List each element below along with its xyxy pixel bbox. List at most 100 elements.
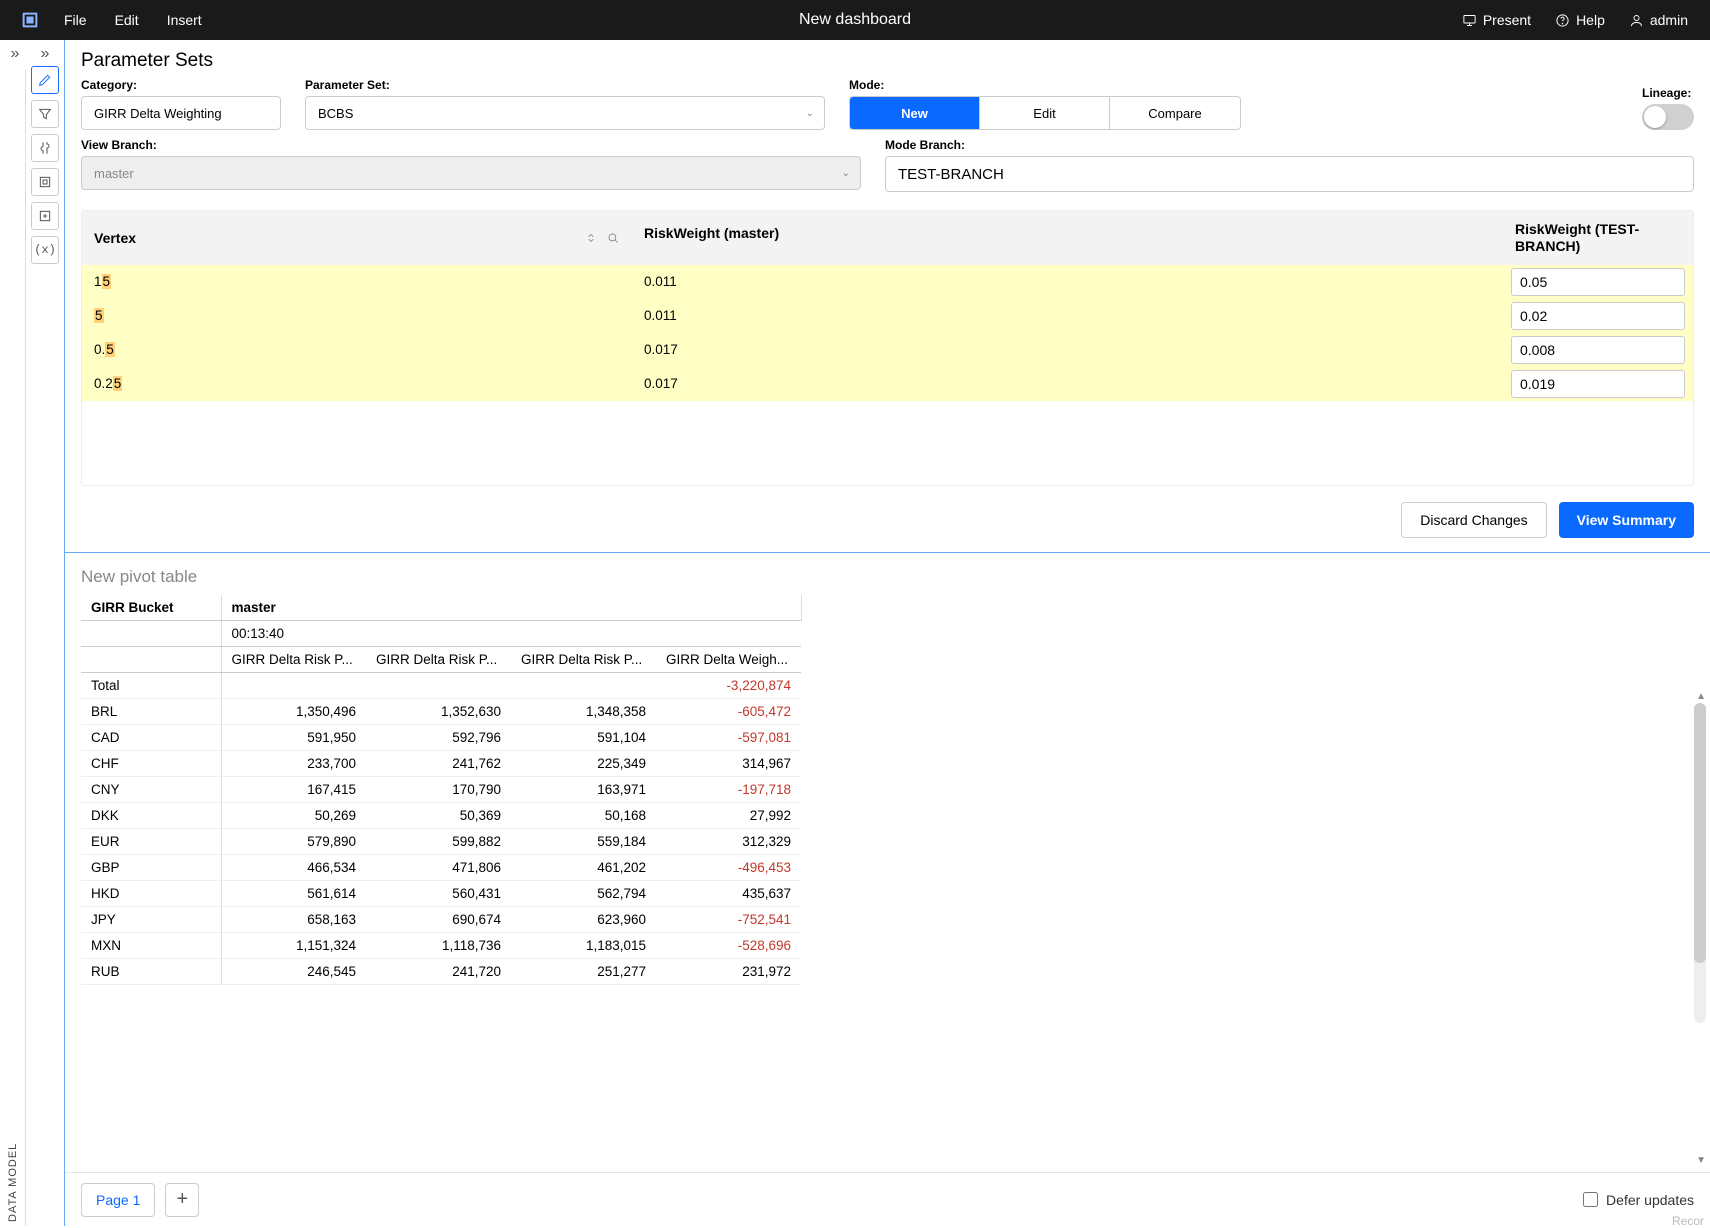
page-tab-1[interactable]: Page 1 <box>81 1183 155 1217</box>
tool-variable[interactable]: (x) <box>31 236 59 264</box>
branch-input[interactable] <box>1511 268 1685 296</box>
pivot-cell: 1,348,358 <box>511 698 656 724</box>
chevron-down-icon: ⌄ <box>842 168 850 179</box>
col-vertex: Vertex <box>94 230 136 246</box>
pivot-cell: -528,696 <box>656 932 801 958</box>
pivot-cell: 591,950 <box>221 724 366 750</box>
pivot-cell: 1,352,630 <box>366 698 511 724</box>
pivot-cell: 466,534 <box>221 854 366 880</box>
pivot-cell: -197,718 <box>656 776 801 802</box>
data-model-rail[interactable]: DATA MODEL <box>0 70 26 1226</box>
sort-icon[interactable] <box>584 231 598 245</box>
pivot-cell: 1,350,496 <box>221 698 366 724</box>
pivot-row-header: JPY <box>81 906 221 932</box>
master-cell: 0.017 <box>632 376 1503 391</box>
risk-weight-table: Vertex RiskWeight (master) RiskWeight (T… <box>81 210 1694 486</box>
dashboard-title: New dashboard <box>799 11 911 29</box>
pivot-cell: -597,081 <box>656 724 801 750</box>
user-icon <box>1629 13 1644 28</box>
pivot-branch-header: master <box>221 595 801 621</box>
pivot-row: CAD591,950592,796591,104-597,081 <box>81 724 801 750</box>
pivot-title: New pivot table <box>81 567 1694 587</box>
pivot-cell: 1,183,015 <box>511 932 656 958</box>
menu-file[interactable]: File <box>50 12 101 28</box>
mode-branch-input[interactable] <box>885 156 1694 192</box>
scroll-down-icon[interactable]: ▼ <box>1696 1155 1706 1166</box>
tool-parameters[interactable] <box>31 134 59 162</box>
pivot-time: 00:13:40 <box>221 620 801 646</box>
vertex-cell: 0.25 <box>82 376 632 391</box>
pivot-cell: 241,762 <box>366 750 511 776</box>
branch-input[interactable] <box>1511 370 1685 398</box>
category-label: Category: <box>81 78 281 92</box>
pivot-cell: 599,882 <box>366 828 511 854</box>
pivot-cell: 591,104 <box>511 724 656 750</box>
pivot-row: DKK50,26950,36950,16827,992 <box>81 802 801 828</box>
master-cell: 0.011 <box>632 308 1503 323</box>
pivot-row-header: RUB <box>81 958 221 984</box>
tool-edit[interactable] <box>31 66 59 94</box>
pivot-cell: 50,269 <box>221 802 366 828</box>
mode-compare-button[interactable]: Compare <box>1110 97 1240 129</box>
pivot-col-header[interactable]: GIRR Delta Risk P... <box>511 646 656 672</box>
help-button[interactable]: Help <box>1543 12 1617 28</box>
pivot-cell: 560,431 <box>366 880 511 906</box>
view-summary-button[interactable]: View Summary <box>1559 502 1694 538</box>
pivot-cell: 231,972 <box>656 958 801 984</box>
tool-filter[interactable] <box>31 100 59 128</box>
pivot-bucket-header: GIRR Bucket <box>81 595 221 621</box>
pivot-cell: 27,992 <box>656 802 801 828</box>
mode-label: Mode: <box>849 78 1241 92</box>
pivot-cell: 233,700 <box>221 750 366 776</box>
scrollbar[interactable] <box>1694 703 1706 1023</box>
present-button[interactable]: Present <box>1450 12 1543 28</box>
parameter-set-select[interactable]: BCBS ⌄ <box>305 96 825 130</box>
monitor-icon <box>1462 13 1477 28</box>
pivot-cell: 471,806 <box>366 854 511 880</box>
pivot-row-header: GBP <box>81 854 221 880</box>
tool-strip: (x) <box>26 60 64 1226</box>
defer-updates-checkbox[interactable] <box>1583 1192 1598 1207</box>
collapse-right-icon[interactable]: » <box>30 40 60 68</box>
add-page-button[interactable]: + <box>165 1183 199 1217</box>
pivot-col-header[interactable]: GIRR Delta Risk P... <box>366 646 511 672</box>
collapse-left-icon[interactable]: » <box>0 40 30 68</box>
defer-updates[interactable]: Defer updates <box>1583 1192 1694 1208</box>
discard-changes-button[interactable]: Discard Changes <box>1401 502 1546 538</box>
menu-insert[interactable]: Insert <box>153 12 216 28</box>
user-button[interactable]: admin <box>1617 12 1700 28</box>
pivot-row-header: Total <box>81 672 221 698</box>
menu-edit[interactable]: Edit <box>101 12 153 28</box>
pivot-widget: New pivot table GIRR Bucket master 00:13… <box>65 553 1710 1226</box>
pivot-cell: 562,794 <box>511 880 656 906</box>
scroll-up-icon[interactable]: ▲ <box>1696 691 1706 702</box>
pivot-row: CHF233,700241,762225,349314,967 <box>81 750 801 776</box>
pivot-row-header: DKK <box>81 802 221 828</box>
pivot-row: HKD561,614560,431562,794435,637 <box>81 880 801 906</box>
pivot-row: RUB246,545241,720251,277231,972 <box>81 958 801 984</box>
chevron-down-icon: ⌄ <box>806 108 814 119</box>
pivot-col-header[interactable]: GIRR Delta Risk P... <box>221 646 366 672</box>
mode-edit-button[interactable]: Edit <box>980 97 1110 129</box>
mode-new-button[interactable]: New <box>850 97 980 129</box>
category-select[interactable]: GIRR Delta Weighting <box>81 96 281 130</box>
pivot-cell: 658,163 <box>221 906 366 932</box>
branch-input[interactable] <box>1511 302 1685 330</box>
collapse-controls: » » <box>0 40 60 68</box>
parameter-sets-widget: Parameter Sets Category: GIRR Delta Weig… <box>65 40 1710 553</box>
pivot-cell: -496,453 <box>656 854 801 880</box>
pivot-col-header[interactable]: GIRR Delta Weigh... <box>656 646 801 672</box>
pivot-cell: 167,415 <box>221 776 366 802</box>
lineage-toggle[interactable] <box>1642 104 1694 130</box>
search-icon[interactable] <box>606 231 620 245</box>
branch-input[interactable] <box>1511 336 1685 364</box>
view-branch-select: master ⌄ <box>81 156 861 190</box>
pivot-cell: -752,541 <box>656 906 801 932</box>
parameter-set-label: Parameter Set: <box>305 78 825 92</box>
pivot-cell: 1,151,324 <box>221 932 366 958</box>
pivot-cell: 559,184 <box>511 828 656 854</box>
tool-add-panel[interactable] <box>31 202 59 230</box>
pivot-row-header: CAD <box>81 724 221 750</box>
tool-square[interactable] <box>31 168 59 196</box>
pivot-cell: 225,349 <box>511 750 656 776</box>
